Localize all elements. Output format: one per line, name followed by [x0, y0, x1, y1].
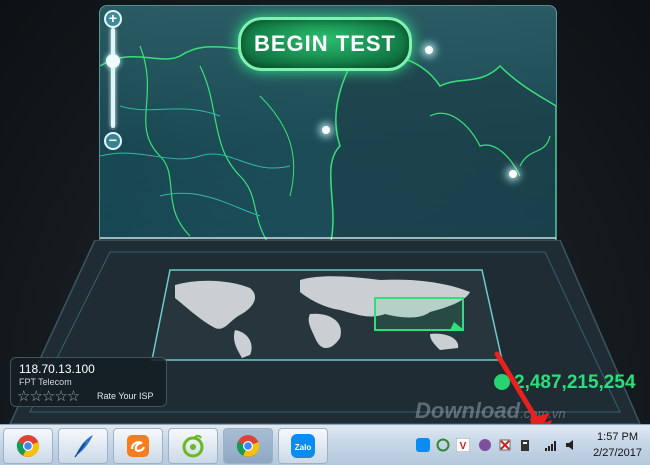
server-dot[interactable] [322, 126, 330, 134]
watermark: Download.com.vn [415, 398, 566, 423]
taskbar-chrome-active-button[interactable] [223, 428, 273, 464]
zoom-knob[interactable] [106, 54, 120, 68]
speedtest-app: + − BEGIN TEST 118.70.13.100 FPT Telecom… [0, 0, 650, 424]
taskbar-coccoc-button[interactable] [168, 428, 218, 464]
ip-address: 118.70.13.100 [19, 362, 95, 376]
zoom-slider[interactable]: + − [104, 10, 122, 150]
uc-browser-icon [127, 435, 149, 457]
viber-icon[interactable] [478, 438, 492, 452]
taskbar: Zalo V 1:57 PM 2/27/2017 [0, 424, 650, 465]
svg-text:Zalo: Zalo [295, 443, 312, 452]
tests-counter: 2,487,215,254 [514, 372, 636, 393]
system-tray: V 1:57 PM 2/27/2017 [410, 425, 650, 465]
coccoc-icon [182, 434, 204, 458]
server-dot[interactable] [509, 170, 517, 178]
chrome-icon [236, 435, 260, 457]
volume-icon[interactable] [564, 438, 578, 452]
feather-icon [74, 435, 93, 458]
begin-test-button[interactable]: BEGIN TEST [238, 17, 412, 71]
server-dot[interactable] [425, 46, 433, 54]
clock-time: 1:57 PM [597, 431, 639, 443]
isp-name: FPT Telecom [19, 377, 72, 387]
globe-icon [494, 374, 510, 390]
refresh-icon[interactable] [436, 438, 450, 452]
power-icon[interactable] [518, 438, 532, 452]
vietkey-icon[interactable]: V [456, 438, 470, 452]
taskbar-chrome-button[interactable] [3, 428, 53, 464]
svg-text:V: V [460, 441, 467, 452]
taskbar-uc-button[interactable] [113, 428, 163, 464]
zoom-out-button[interactable]: − [104, 132, 122, 150]
network-icon[interactable] [544, 438, 558, 452]
rate-isp-link[interactable]: Rate Your ISP [97, 391, 154, 401]
chrome-icon [16, 435, 40, 457]
clock-date: 2/27/2017 [593, 447, 642, 459]
rating-stars[interactable]: ☆☆☆☆☆ [17, 387, 80, 405]
system-clock[interactable]: 1:57 PM 2/27/2017 [593, 429, 642, 461]
taskbar-feather-button[interactable] [58, 428, 108, 464]
flag-icon[interactable] [498, 438, 512, 452]
zoom-in-button[interactable]: + [104, 10, 122, 28]
client-info-box: 118.70.13.100 FPT Telecom ☆☆☆☆☆ Rate You… [10, 357, 167, 407]
zalo-icon: Zalo [291, 434, 315, 458]
zalo-tray-icon[interactable] [416, 438, 430, 452]
taskbar-zalo-button[interactable]: Zalo [278, 428, 328, 464]
zoom-track[interactable] [111, 28, 115, 128]
